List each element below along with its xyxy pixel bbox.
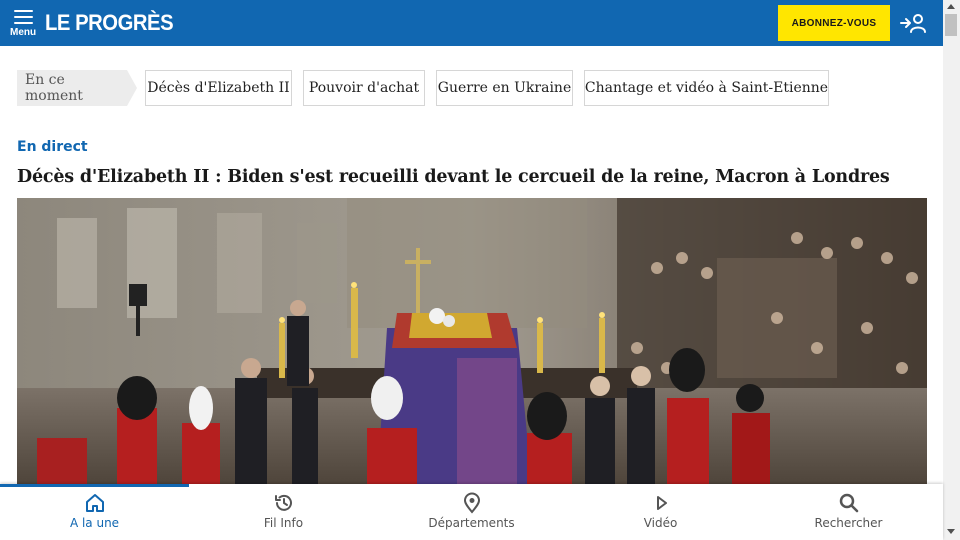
article-photo-image (17, 198, 927, 488)
menu-button[interactable]: Menu (9, 8, 39, 40)
hamburger-icon (14, 10, 33, 28)
now-tag: En ce moment (17, 70, 137, 106)
nav-video[interactable]: Vidéo (566, 492, 755, 536)
location-pin-icon (463, 492, 480, 514)
play-icon (656, 496, 667, 510)
nav-label: A la une (69, 516, 120, 530)
topic-pill-elizabeth[interactable]: Décès d'Elizabeth II (145, 70, 292, 106)
scroll-thumb[interactable] (945, 14, 957, 36)
scroll-up-arrow-icon[interactable] (947, 4, 955, 9)
nav-fil-info[interactable]: Fil Info (189, 492, 378, 536)
page-scrollbar[interactable] (943, 0, 960, 540)
search-icon (839, 493, 858, 513)
login-icon[interactable] (900, 12, 926, 34)
home-icon (85, 494, 104, 512)
nav-label: Fil Info (263, 516, 304, 530)
nav-label: Rechercher (814, 516, 883, 530)
nav-a-la-une[interactable]: A la une (0, 492, 189, 536)
topic-pill-ukraine[interactable]: Guerre en Ukraine (436, 70, 573, 106)
subscribe-button[interactable]: ABONNEZ-VOUS (778, 5, 890, 41)
nav-label: Départements (428, 516, 515, 530)
menu-label: Menu (10, 27, 37, 38)
site-header: Menu LE PROGRÈS ABONNEZ-VOUS (0, 0, 943, 46)
active-tab-indicator (0, 484, 189, 487)
live-label[interactable]: En direct (17, 139, 88, 155)
site-logo[interactable]: LE PROGRÈS (45, 10, 174, 36)
nav-departements[interactable]: Départements (377, 492, 566, 536)
article-headline[interactable]: Décès d'Elizabeth II : Biden s'est recue… (17, 167, 890, 187)
nav-rechercher[interactable]: Rechercher (754, 492, 943, 536)
article-photo[interactable] (17, 198, 927, 488)
bottom-navigation: A la une Fil Info Départements Vidéo Rec… (0, 484, 943, 540)
topic-pill-saint-etienne[interactable]: Chantage et vidéo à Saint-Etienne (584, 70, 829, 106)
history-icon (274, 494, 292, 511)
topic-pill-pouvoir-achat[interactable]: Pouvoir d'achat (303, 70, 425, 106)
nav-label: Vidéo (643, 516, 678, 530)
scroll-down-arrow-icon[interactable] (947, 529, 955, 534)
